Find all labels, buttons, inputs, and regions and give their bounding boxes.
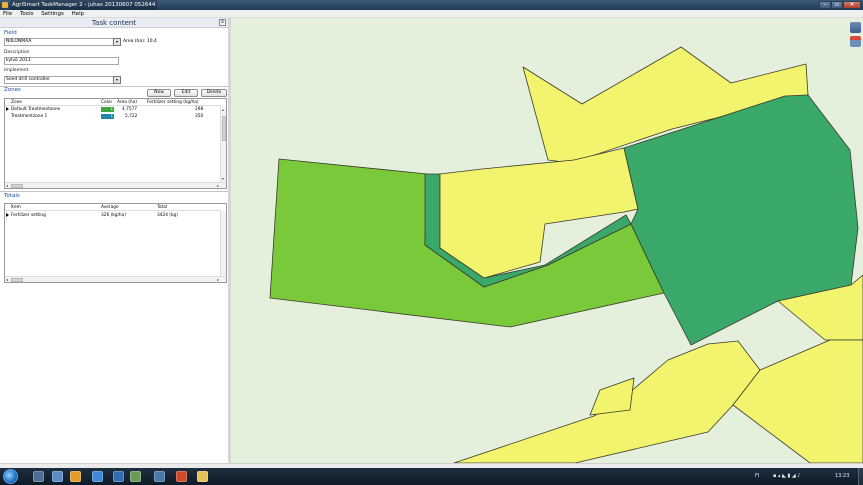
new-zone-button[interactable]: New — [147, 89, 171, 97]
close-window-button[interactable]: ✕ — [843, 1, 861, 9]
col-total[interactable]: Total — [157, 205, 167, 210]
current-row-arrow-icon — [6, 107, 9, 111]
outlook-icon[interactable] — [70, 471, 81, 482]
implement-dropdown-arrow-icon[interactable]: ▾ — [113, 76, 121, 84]
col-average[interactable]: Average — [101, 205, 119, 210]
description-label: Description — [4, 50, 30, 55]
language-indicator[interactable]: FI — [755, 473, 759, 479]
panel-close-button[interactable]: x — [219, 19, 226, 26]
col-color[interactable]: Color — [101, 100, 112, 105]
current-row-arrow-icon — [6, 213, 9, 217]
zone-area: 4,7577 — [122, 107, 138, 112]
scroll-thumb[interactable] — [11, 184, 23, 188]
scroll-up-icon[interactable]: ▴ — [222, 107, 224, 112]
task-content-panel: Task content x Field NIILONMAA ▾ Area (h… — [0, 18, 231, 463]
window-controls: – ▫ ✕ — [819, 1, 861, 9]
maximize-button[interactable]: ▫ — [831, 1, 843, 9]
agri-icon[interactable] — [130, 471, 141, 482]
area-label-text: Area (ha): — [123, 39, 146, 44]
implement-select[interactable]: Seed drill controller — [4, 76, 114, 84]
zones-vertical-scrollbar[interactable]: ▴ ▾ — [220, 106, 226, 183]
menu-tools[interactable]: Tools — [17, 10, 37, 18]
map-save-icon[interactable] — [850, 36, 861, 47]
scroll-left-icon[interactable]: ◂ — [6, 183, 8, 188]
menu-help[interactable]: Help — [69, 10, 88, 18]
scroll-down-icon[interactable]: ▾ — [222, 176, 224, 181]
map-parcel-lower-right[interactable] — [732, 339, 863, 463]
delete-zone-button[interactable]: Delete — [201, 89, 227, 97]
swatch-number: 1 — [110, 106, 113, 111]
zone-fertilizer: 350 — [195, 114, 204, 119]
totals-grid: Item Average Total Fertilizer setting 32… — [4, 203, 227, 283]
scroll-left-icon[interactable]: ◂ — [6, 277, 8, 282]
powerpoint-icon[interactable] — [176, 471, 187, 482]
ie-icon[interactable] — [92, 471, 103, 482]
zone-color-swatch[interactable]: 1 — [101, 106, 114, 112]
folder-icon[interactable] — [197, 471, 208, 482]
zones-section-label: Zones — [4, 87, 21, 93]
panel-title: Task content — [91, 19, 137, 27]
area-value: 10,4 — [146, 39, 157, 44]
totals-horizontal-scrollbar[interactable]: ◂ ▸ — [5, 276, 226, 282]
app-icon[interactable] — [113, 471, 124, 482]
swatch-number: 1 — [110, 113, 113, 118]
field-map[interactable] — [231, 18, 863, 463]
zone-fertilizer: 298 — [195, 107, 204, 112]
zones-grid-header: Zone Color Area (ha) Fertilizer setting … — [5, 99, 221, 106]
description-input[interactable]: kylvö 2013 — [4, 57, 119, 65]
map-view[interactable] — [231, 18, 863, 463]
media-icon[interactable] — [52, 471, 63, 482]
scroll-thumb[interactable] — [222, 116, 226, 141]
edit-zone-button[interactable]: Edit — [174, 89, 198, 97]
start-orb-icon[interactable] — [3, 469, 18, 484]
menu-file[interactable]: File — [0, 10, 15, 18]
map-toolbar — [850, 22, 862, 50]
explorer-icon[interactable] — [33, 471, 44, 482]
divider — [0, 86, 228, 87]
taskbar: FI ▪ ▴ ◣ ▮ ◢ ♪ 13:23 — [0, 468, 863, 485]
totals-vertical-scrollbar[interactable] — [220, 211, 226, 277]
col-area[interactable]: Area (ha) — [117, 100, 137, 105]
zone-name: Default Treatmentzone — [11, 107, 61, 112]
zones-grid: Zone Color Area (ha) Fertilizer setting … — [4, 98, 227, 189]
total-item: Fertilizer setting — [11, 213, 46, 218]
scroll-thumb[interactable] — [11, 278, 23, 282]
map-icon[interactable] — [154, 471, 165, 482]
map-layers-icon[interactable] — [850, 22, 861, 33]
tray-icons[interactable]: ▪ ▴ ◣ ▮ ◢ ♪ — [773, 473, 800, 479]
col-item[interactable]: Item — [11, 205, 21, 210]
panel-header: Task content x — [0, 18, 228, 28]
zones-horizontal-scrollbar[interactable]: ◂ ▸ — [5, 182, 226, 188]
clock[interactable]: 13:23 — [835, 473, 849, 479]
field-select[interactable]: NIILONMAA — [4, 38, 114, 46]
zone-color-swatch[interactable]: 1 — [101, 113, 114, 119]
menu-bar: File Tools Settings Help — [0, 10, 863, 18]
scroll-right-icon[interactable]: ▸ — [217, 277, 219, 282]
title-bar: AgriSmart TaskManager 2 - juhas 20130607… — [0, 0, 863, 10]
area-label: Area (ha): 10,4 — [123, 39, 157, 44]
total-value: 3424 (kg) — [157, 213, 178, 218]
col-fertilizer[interactable]: Fertilizer setting (kg/ha) — [147, 100, 199, 105]
totals-section-label: Totals — [4, 193, 20, 199]
totals-grid-header: Item Average Total — [5, 204, 221, 211]
zone-area: 5,722 — [125, 114, 138, 119]
field-dropdown-arrow-icon[interactable]: ▾ — [113, 38, 121, 46]
implement-label: Implement — [4, 68, 29, 73]
scroll-right-icon[interactable]: ▸ — [217, 183, 219, 188]
col-zone[interactable]: Zone — [11, 100, 22, 105]
total-average: 326 (kg/ha) — [101, 213, 126, 218]
window-title: AgriSmart TaskManager 2 - juhas 20130607… — [10, 0, 158, 10]
minimize-button[interactable]: – — [819, 1, 831, 9]
zone-name: Treatmentzone 1 — [11, 114, 48, 119]
show-desktop-button[interactable] — [858, 468, 863, 485]
menu-settings[interactable]: Settings — [38, 10, 67, 18]
field-section-label: Field — [4, 30, 17, 36]
map-parcel-bottom-strip[interactable] — [589, 377, 635, 416]
system-tray: FI ▪ ▴ ◣ ▮ ◢ ♪ 13:23 — [753, 468, 863, 485]
divider — [0, 191, 228, 192]
app-logo-icon — [2, 2, 8, 8]
